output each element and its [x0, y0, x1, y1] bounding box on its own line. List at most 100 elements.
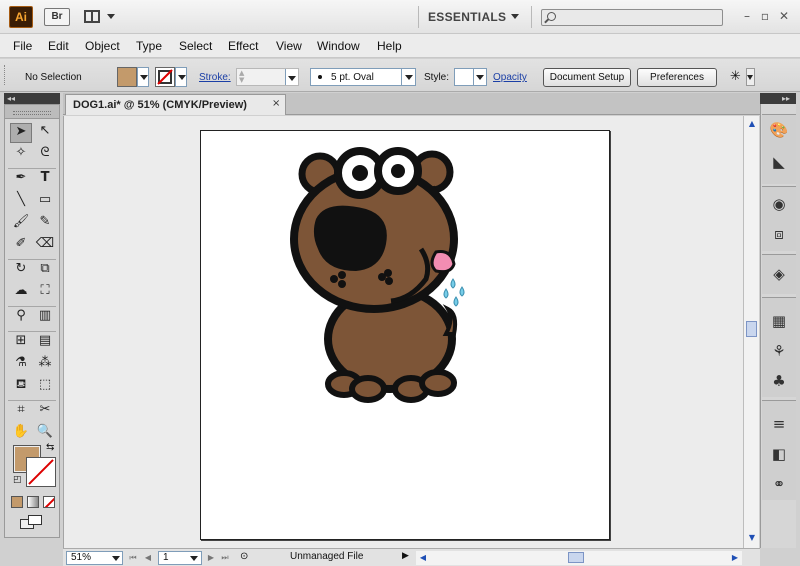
dock-collapse-strip[interactable]: ▸▸ — [760, 93, 796, 104]
rectangle-tool-icon[interactable]: ▭ — [34, 192, 56, 212]
menu-window[interactable]: Window — [317, 39, 360, 53]
transparency-panel-icon[interactable]: ⚭ — [769, 475, 789, 495]
menu-view[interactable]: View — [276, 39, 302, 53]
free-transform-tool-icon[interactable]: ⛶ — [34, 283, 56, 303]
graphic-style-dropdown[interactable] — [454, 68, 487, 86]
brushes-panel-icon[interactable]: ⚘ — [769, 342, 789, 362]
status-info-menu[interactable]: ⊙ Unmanaged File ▶ — [238, 551, 410, 565]
dog-illustration[interactable] — [286, 139, 486, 429]
default-colors-icon[interactable]: ◰ — [13, 475, 22, 485]
control-panel-menu[interactable]: ✳ — [728, 68, 755, 87]
swap-fill-stroke-icon[interactable]: ⇆ — [46, 442, 54, 453]
screen-mode-icon[interactable] — [20, 515, 46, 529]
dropdown-button[interactable] — [401, 69, 415, 85]
menu-help[interactable]: Help — [377, 39, 402, 53]
transform-panel-icon[interactable]: ⧈ — [769, 225, 789, 245]
stroke-panel-icon[interactable]: ≡ — [769, 415, 789, 435]
type-tool-icon[interactable]: T — [34, 170, 56, 190]
first-artboard-icon[interactable]: ⏮ — [128, 551, 138, 565]
close-tab-icon[interactable]: × — [272, 98, 280, 109]
document-setup-button[interactable]: Document Setup — [543, 68, 631, 87]
live-paint-selection-tool-icon[interactable]: ⬚ — [34, 377, 56, 397]
close-button[interactable]: ✕ — [776, 8, 792, 24]
gradient-mode-icon[interactable] — [27, 496, 39, 508]
column-graph-tool-icon[interactable]: ▥ — [34, 308, 56, 328]
stepper-icon[interactable]: ▲ ▼ — [239, 70, 249, 84]
chevron-down-icon[interactable] — [190, 556, 198, 561]
menu-effect[interactable]: Effect — [228, 39, 258, 53]
warp-tool-icon[interactable]: ☁ — [10, 283, 32, 303]
bridge-button[interactable]: Br — [44, 8, 70, 26]
dropdown-button[interactable] — [175, 67, 187, 87]
zoom-dropdown[interactable]: 51% — [66, 551, 123, 565]
search-input[interactable] — [541, 9, 723, 26]
last-artboard-icon[interactable]: ⏭ — [220, 551, 230, 565]
symbol-sprayer-tool-icon[interactable]: ⚲ — [10, 308, 32, 328]
scroll-right-icon[interactable]: ▶ — [728, 551, 742, 565]
none-mode-icon[interactable] — [43, 496, 55, 508]
next-artboard-icon[interactable]: ▶ — [206, 551, 216, 565]
paintbrush-tool-icon[interactable]: 🖌 — [10, 214, 32, 234]
canvas[interactable] — [63, 116, 743, 548]
zoom-tool-icon[interactable]: 🔍 — [34, 424, 56, 444]
document-tab[interactable]: DOG1.ai* @ 51% (CMYK/Preview) × — [65, 94, 286, 115]
line-tool-icon[interactable]: ╲ — [10, 192, 32, 212]
maximize-button[interactable]: ▫ — [757, 8, 773, 24]
menu-object[interactable]: Object — [85, 39, 120, 53]
opacity-panel-link[interactable]: Opacity — [493, 72, 527, 83]
scroll-left-icon[interactable]: ◀ — [416, 551, 430, 565]
artboard[interactable] — [200, 130, 610, 540]
panel-grip[interactable] — [4, 65, 7, 85]
dropdown-button[interactable] — [285, 69, 298, 85]
color-mode-icon[interactable] — [11, 496, 23, 508]
artboard-number-dropdown[interactable]: 1 — [158, 551, 202, 565]
hand-tool-icon[interactable]: ✋ — [10, 424, 32, 444]
menu-file[interactable]: File — [13, 39, 32, 53]
stroke-panel-link[interactable]: Stroke: — [199, 72, 231, 83]
slice-tool-icon[interactable]: ✂ — [34, 402, 56, 422]
swatches-panel-icon[interactable]: ▦ — [769, 312, 789, 332]
brush-definition-dropdown[interactable]: 5 pt. Oval — [310, 68, 416, 86]
scale-tool-icon[interactable]: ⧉ — [34, 261, 56, 281]
pen-tool-icon[interactable]: ✒ — [10, 170, 32, 190]
lasso-tool-icon[interactable]: ᘓ — [34, 145, 56, 165]
horizontal-scrollbar[interactable]: ◀ ▶ — [416, 551, 742, 565]
dropdown-button[interactable] — [473, 69, 486, 85]
eyedropper-tool-icon[interactable]: ⚗ — [10, 355, 32, 375]
eraser-tool-icon[interactable]: ⌫ — [34, 236, 56, 256]
artboard-tool-icon[interactable]: ⌗ — [10, 402, 32, 422]
stroke-color-swatch[interactable] — [26, 457, 56, 487]
workspace-switcher[interactable]: ESSENTIALS — [428, 10, 506, 24]
pencil-tool-icon[interactable]: ✎ — [34, 214, 56, 234]
magic-wand-tool-icon[interactable]: ✧ — [10, 145, 32, 165]
blend-tool-icon[interactable]: ⁂ — [34, 355, 56, 375]
dropdown-button[interactable] — [746, 68, 755, 86]
selection-tool-icon[interactable]: ➤ — [10, 123, 32, 143]
tools-collapse-strip[interactable]: ◂◂ — [4, 93, 60, 104]
arrange-documents-button[interactable] — [84, 8, 118, 26]
color-guide-icon[interactable]: ◣ — [769, 153, 789, 173]
minimize-button[interactable]: – — [739, 8, 755, 24]
previous-artboard-icon[interactable]: ◀ — [143, 551, 153, 565]
mesh-tool-icon[interactable]: ⊞ — [10, 333, 32, 353]
symbols-panel-icon[interactable]: ♣ — [769, 372, 789, 392]
rotate-tool-icon[interactable]: ↻ — [10, 261, 32, 281]
status-arrow-icon[interactable]: ▶ — [402, 551, 409, 561]
gradient-tool-icon[interactable]: ▤ — [34, 333, 56, 353]
menu-select[interactable]: Select — [179, 39, 212, 53]
gradient-panel-icon[interactable]: ◧ — [769, 445, 789, 465]
menu-type[interactable]: Type — [136, 39, 162, 53]
vertical-scrollbar[interactable]: ▲ ▼ — [743, 116, 759, 548]
live-paint-bucket-tool-icon[interactable]: ⛾ — [10, 377, 32, 397]
stroke-weight-field[interactable]: ▲ ▼ — [236, 68, 299, 86]
blob-brush-tool-icon[interactable]: ✐ — [10, 236, 32, 256]
preferences-button[interactable]: Preferences — [637, 68, 717, 87]
direct-selection-tool-icon[interactable]: ↖ — [34, 123, 56, 143]
chevron-down-icon[interactable] — [511, 14, 519, 19]
dropdown-button[interactable] — [137, 67, 149, 87]
chevron-down-icon[interactable] — [112, 556, 120, 561]
color-panel-icon[interactable]: 🎨 — [769, 121, 789, 141]
appearance-panel-icon[interactable]: ◉ — [769, 195, 789, 215]
layers-panel-icon[interactable]: ◈ — [769, 265, 789, 285]
tools-panel-header[interactable] — [5, 105, 59, 119]
